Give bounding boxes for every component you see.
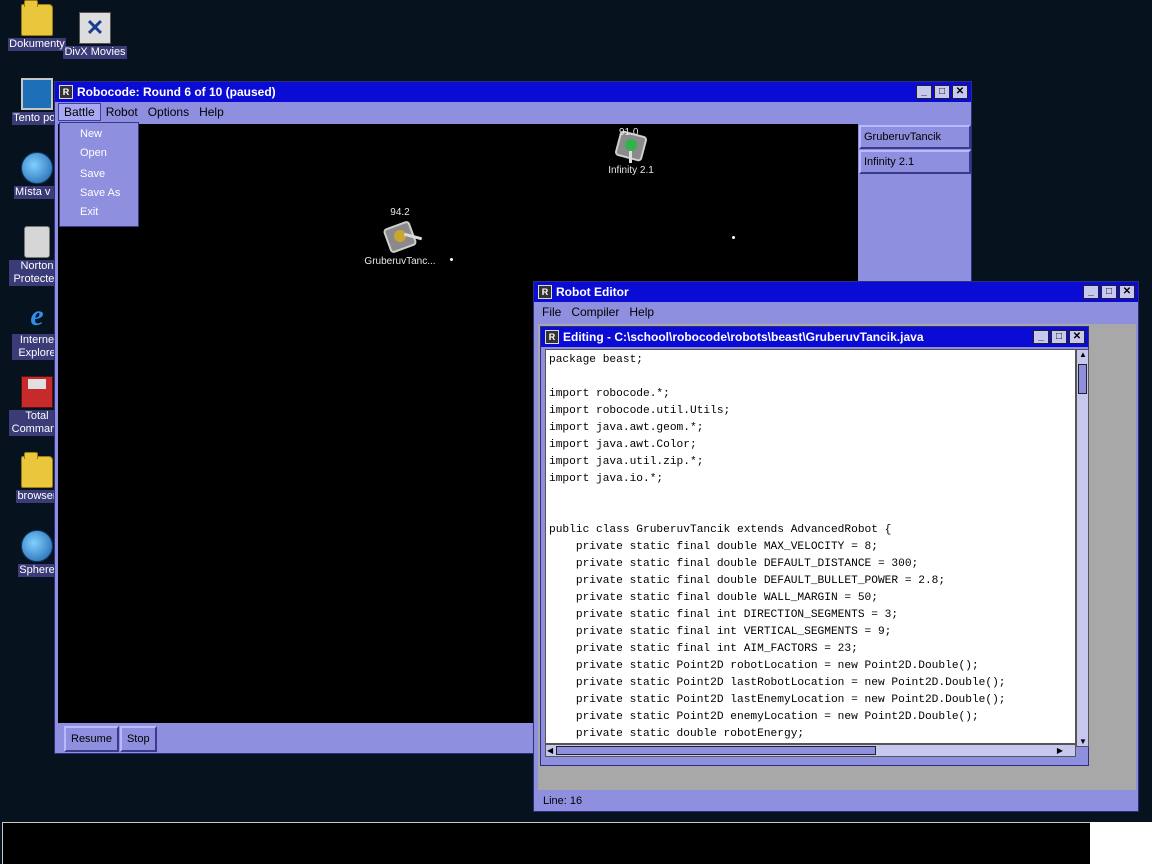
menu-item-save-as[interactable]: Save As [60,184,138,203]
stop-button[interactable]: Stop [119,725,157,752]
scroll-up-icon[interactable]: ▲ [1079,350,1087,359]
maximize-button[interactable]: □ [934,85,950,99]
robot-button-gruberuvtancik[interactable]: GruberuvTancik [859,125,971,149]
robot-energy: 94.2 [390,207,410,218]
battle-menu-dropdown: New Open Save Save As Exit [59,122,139,227]
scrollbar-thumb[interactable] [1078,364,1087,394]
bullet [450,258,453,261]
tank-icon: 91.0 [609,127,653,165]
menu-item-new[interactable]: New [60,125,138,144]
line-indicator: Line: 16 [543,795,583,807]
desktop-icon-divx[interactable]: ✕ DivX Movies [60,12,130,59]
sphere-icon [21,530,53,562]
scroll-right-icon[interactable]: ▶ [1057,746,1063,755]
robot-gruberuvtancik: 94.2 GruberuvTanc... [360,207,440,267]
menu-item-open[interactable]: Open [60,144,138,163]
menu-options[interactable]: Options [143,104,194,120]
tank-icon [378,218,423,256]
close-button[interactable]: ✕ [1119,285,1135,299]
robot-editor-window: R Robot Editor _ □ ✕ File Compiler Help … [533,281,1139,812]
scroll-down-icon[interactable]: ▼ [1079,737,1087,746]
scrollbar-thumb[interactable] [556,746,876,755]
desktop-icon-label: Dokumenty [8,38,66,51]
desktop-icon-label: DivX Movies [63,46,127,59]
vertical-scrollbar[interactable]: ▲ ▼ [1076,349,1089,747]
robocode-app-icon: R [538,285,552,299]
file-editor-frame: R Editing - C:\school\robocode\robots\be… [540,326,1089,766]
editor-menubar: File Compiler Help [534,302,1138,322]
close-button[interactable]: ✕ [952,85,968,99]
menu-help[interactable]: Help [194,104,229,120]
menu-item-exit[interactable]: Exit [60,203,138,222]
divx-icon: ✕ [79,12,111,44]
horizontal-scrollbar[interactable]: ◀ ▶ [545,744,1076,757]
taskbar [2,822,1090,864]
menu-battle[interactable]: Battle [58,103,101,121]
robot-name: Infinity 2.1 [608,165,654,176]
bullet [732,236,735,239]
robocode-titlebar[interactable]: R Robocode: Round 6 of 10 (paused) _ □ ✕ [55,82,971,102]
robocode-menubar: Battle Robot Options Help [55,102,971,122]
total-commander-icon [21,376,53,408]
minimize-button[interactable]: _ [916,85,932,99]
file-title: Editing - C:\school\robocode\robots\beas… [563,330,924,344]
desktop-icon-label: browser [16,490,58,503]
editor-desktop-pane: R Editing - C:\school\robocode\robots\be… [538,324,1136,790]
code-text[interactable]: package beast; import robocode.*; import… [546,350,1075,743]
computer-icon [21,78,53,110]
network-places-icon [21,152,53,184]
code-editor[interactable]: package beast; import robocode.*; import… [545,349,1076,744]
menu-item-save[interactable]: Save [60,165,138,184]
robot-name: GruberuvTanc... [364,256,436,267]
scroll-left-icon[interactable]: ◀ [547,746,553,755]
editor-titlebar[interactable]: R Robot Editor _ □ ✕ [534,282,1138,302]
maximize-button[interactable]: □ [1051,330,1067,344]
robocode-app-icon: R [59,85,73,99]
minimize-button[interactable]: _ [1033,330,1049,344]
window-title: Robot Editor [556,285,629,299]
close-button[interactable]: ✕ [1069,330,1085,344]
menu-help[interactable]: Help [624,304,659,320]
resume-button[interactable]: Resume [64,725,119,752]
recycle-bin-icon [24,226,50,258]
folder-icon [21,452,53,488]
desktop-icon-label: Sphere [18,564,56,577]
file-editor-titlebar[interactable]: R Editing - C:\school\robocode\robots\be… [541,327,1088,347]
robot-button-infinity[interactable]: Infinity 2.1 [859,150,971,174]
robot-energy: 91.0 [619,127,639,138]
robot-infinity: 91.0 Infinity 2.1 [591,127,671,176]
window-title: Robocode: Round 6 of 10 (paused) [77,85,276,99]
folder-icon [21,0,53,36]
internet-explorer-icon: e [30,299,44,332]
robocode-app-icon: R [545,330,559,344]
robot-list-panel: GruberuvTancik Infinity 2.1 [859,124,971,284]
status-bar: Line: 16 [538,792,1136,810]
menu-robot[interactable]: Robot [101,104,143,120]
minimize-button[interactable]: _ [1083,285,1099,299]
menu-file[interactable]: File [537,304,566,320]
taskbar-tray [1090,822,1152,864]
menu-compiler[interactable]: Compiler [566,304,624,320]
maximize-button[interactable]: □ [1101,285,1117,299]
